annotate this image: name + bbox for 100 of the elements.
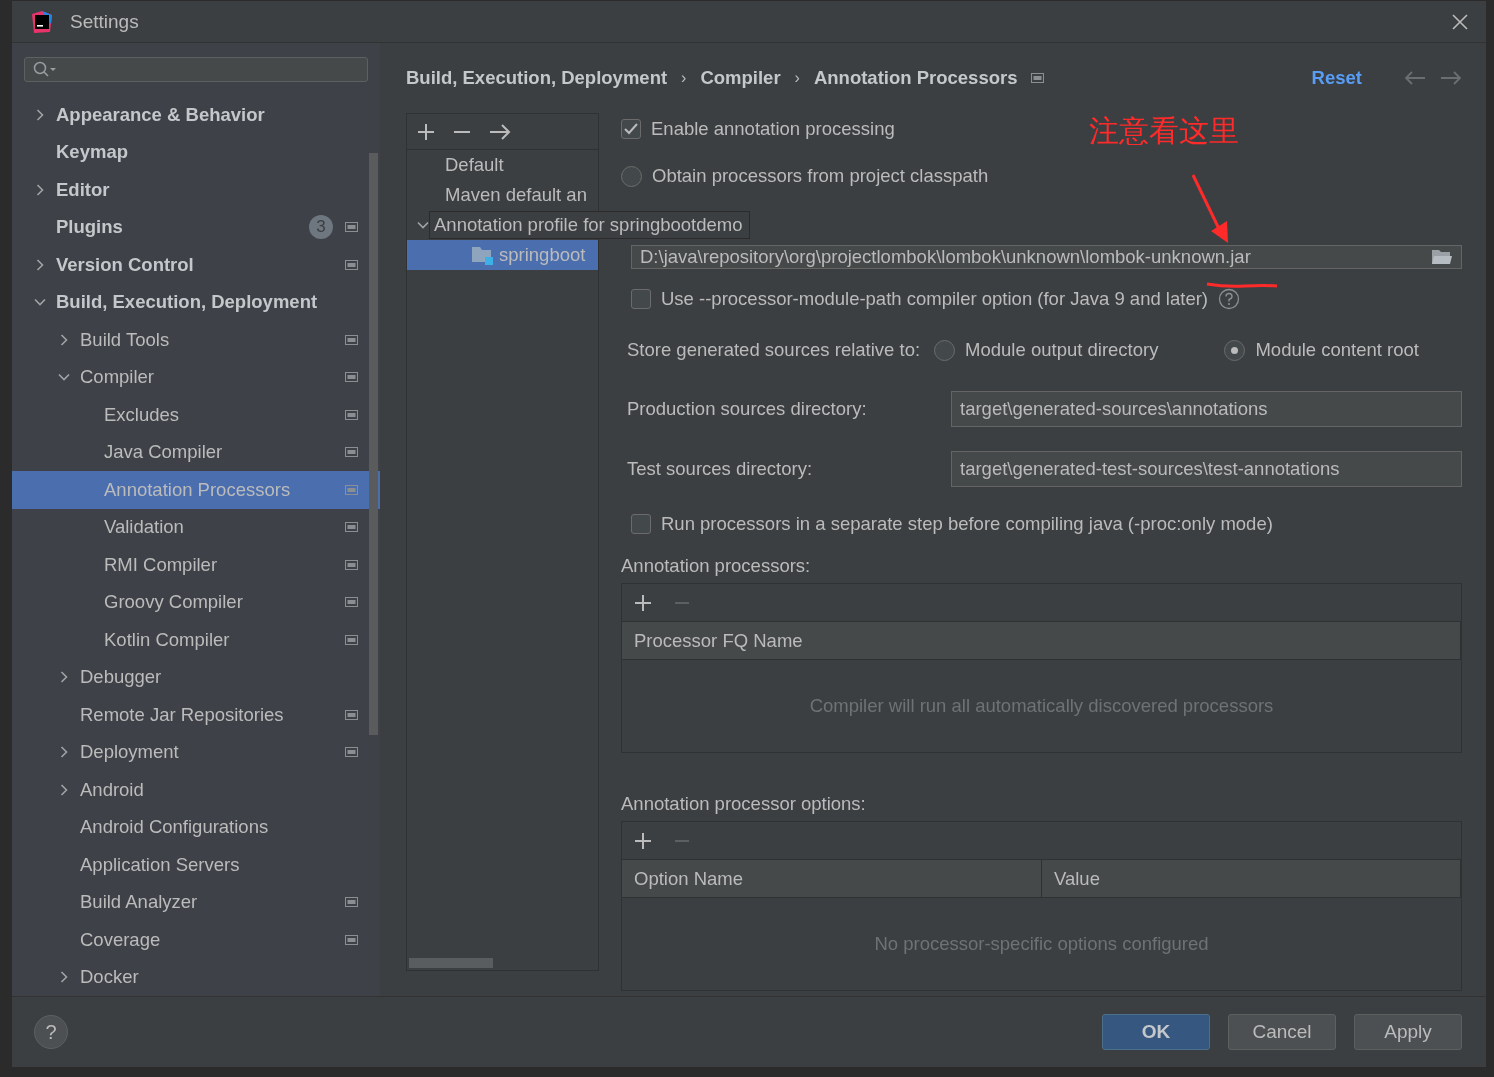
- project-icon: [345, 559, 358, 570]
- chevron-right-icon[interactable]: [58, 971, 70, 984]
- dialog-button[interactable]: Cancel: [1228, 1014, 1336, 1050]
- help-icon[interactable]: [1218, 288, 1240, 310]
- breadcrumb-separator: ›: [794, 69, 800, 87]
- project-icon: [345, 447, 358, 458]
- profile-item[interactable]: Default: [407, 150, 598, 180]
- sidebar-item[interactable]: Plugins 3: [12, 208, 380, 246]
- annotation-text: 注意看这里: [1089, 113, 1239, 149]
- chevron-right-icon[interactable]: [34, 108, 46, 121]
- breadcrumb-item[interactable]: Compiler: [700, 67, 781, 89]
- chevron-right-icon[interactable]: [58, 333, 70, 346]
- folder-icon[interactable]: [1431, 248, 1453, 266]
- chevron-right-icon[interactable]: [34, 258, 46, 271]
- sidebar-item[interactable]: Build Analyzer: [12, 883, 380, 921]
- move-arrow-icon[interactable]: [489, 122, 511, 141]
- column-header[interactable]: Value: [1042, 860, 1461, 897]
- breadcrumb-item[interactable]: Build, Execution, Deployment: [406, 67, 668, 89]
- dialog-button[interactable]: Apply: [1354, 1014, 1462, 1050]
- sidebar-item[interactable]: Version Control: [12, 246, 380, 284]
- sidebar-item[interactable]: Android: [12, 771, 380, 809]
- project-icon: [345, 484, 358, 495]
- sidebar-item[interactable]: Application Servers: [12, 846, 380, 884]
- project-icon: [345, 597, 358, 608]
- column-header[interactable]: Processor FQ Name: [622, 622, 1461, 659]
- checkbox[interactable]: [621, 119, 641, 139]
- sidebar-item[interactable]: Build Tools: [12, 321, 380, 359]
- sidebar-item[interactable]: Android Configurations: [12, 808, 380, 846]
- sidebar-item[interactable]: Debugger: [12, 658, 380, 696]
- search-icon: [33, 60, 57, 79]
- field-label: Production sources directory:: [627, 398, 868, 420]
- app-logo-icon: [30, 9, 54, 34]
- radio-button[interactable]: [934, 339, 956, 361]
- sidebar-item[interactable]: Editor: [12, 171, 380, 209]
- count-badge: 3: [309, 215, 333, 240]
- checkbox[interactable]: [631, 514, 651, 534]
- window-title: Settings: [70, 10, 140, 33]
- add-icon[interactable]: [634, 593, 652, 612]
- sidebar-item[interactable]: Build, Execution, Deployment: [12, 283, 380, 321]
- project-icon: [345, 709, 358, 720]
- sidebar-item[interactable]: Excludes: [12, 396, 380, 434]
- radio-label: Module output directory: [965, 339, 1159, 361]
- chevron-right-icon[interactable]: [34, 183, 46, 196]
- dialog-button[interactable]: OK: [1102, 1014, 1210, 1050]
- radio-label: Obtain processors from project classpath: [652, 165, 989, 187]
- project-icon: [345, 522, 358, 533]
- project-icon: [345, 634, 358, 645]
- sidebar-item[interactable]: Remote Jar Repositories: [12, 696, 380, 734]
- checkbox-label: Enable annotation processing: [651, 118, 895, 140]
- sidebar-item[interactable]: RMI Compiler: [12, 546, 380, 584]
- project-icon: [345, 747, 358, 758]
- section-title: Annotation processor options:: [621, 793, 866, 815]
- sidebar-item[interactable]: Java Compiler: [12, 433, 380, 471]
- profile-item[interactable]: Maven default an: [407, 180, 598, 210]
- sidebar-item[interactable]: Docker: [12, 958, 380, 996]
- search-field[interactable]: [24, 57, 368, 82]
- sidebar-item[interactable]: Validation: [12, 508, 380, 546]
- radio-label: Module content root: [1255, 339, 1419, 361]
- close-icon[interactable]: [1452, 13, 1468, 30]
- chevron-right-icon[interactable]: [58, 746, 70, 759]
- processor-path-field[interactable]: D:\java\repository\org\projectlombok\lombok\unknown\lombok-unknown.jar: [631, 245, 1462, 269]
- checkbox[interactable]: [631, 289, 651, 309]
- project-icon: [345, 372, 358, 383]
- project-icon: [345, 409, 358, 420]
- scrollbar-thumb[interactable]: [369, 153, 378, 735]
- project-icon: [345, 334, 358, 345]
- sidebar-item[interactable]: Groovy Compiler: [12, 583, 380, 621]
- checkbox-label: Use --processor-module-path compiler option (for Java 9 and later): [661, 288, 1208, 310]
- sidebar-item[interactable]: Keymap: [12, 133, 380, 171]
- add-icon[interactable]: [417, 122, 435, 141]
- field-label: Test sources directory:: [627, 458, 814, 480]
- back-arrow-icon[interactable]: [1404, 71, 1426, 85]
- radio-button[interactable]: [621, 165, 642, 187]
- checkbox-label: Run processors in a separate step before compiling java (-proc:only mode): [661, 513, 1273, 535]
- breadcrumb-item[interactable]: Annotation Processors: [813, 67, 1018, 89]
- project-icon: [345, 222, 358, 233]
- sidebar-item[interactable]: Kotlin Compiler: [12, 621, 380, 659]
- directory-field[interactable]: target\generated-test-sources\test-annotations: [951, 451, 1462, 487]
- project-icon: [345, 259, 358, 270]
- breadcrumb-separator: ›: [681, 69, 687, 87]
- reset-link[interactable]: Reset: [1311, 67, 1362, 89]
- radio-button[interactable]: [1224, 339, 1246, 361]
- sidebar-item[interactable]: Coverage: [12, 921, 380, 959]
- folder-icon: [471, 245, 495, 265]
- sidebar-item[interactable]: Deployment: [12, 733, 380, 771]
- chevron-right-icon[interactable]: [58, 671, 70, 684]
- directory-field[interactable]: target\generated-sources\annotations: [951, 391, 1462, 427]
- project-icon: [1031, 73, 1045, 83]
- column-header[interactable]: Option Name: [622, 860, 1042, 897]
- chevron-down-icon[interactable]: [417, 219, 429, 231]
- project-icon: [345, 897, 358, 908]
- sidebar-item[interactable]: Appearance & Behavior: [12, 96, 380, 134]
- add-icon[interactable]: [634, 831, 652, 850]
- scrollbar-thumb[interactable]: [409, 958, 493, 968]
- help-button[interactable]: ?: [34, 1015, 68, 1049]
- project-icon: [345, 934, 358, 945]
- sidebar-item[interactable]: Compiler: [12, 358, 380, 396]
- field-label: Store generated sources relative to:: [627, 339, 921, 361]
- forward-arrow-icon[interactable]: [1440, 71, 1462, 85]
- chevron-right-icon[interactable]: [58, 783, 70, 796]
